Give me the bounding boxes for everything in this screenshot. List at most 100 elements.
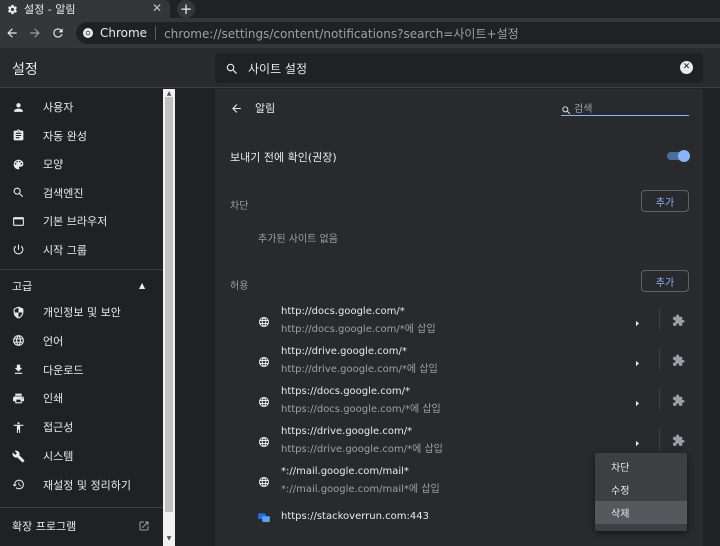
download-icon: [11, 363, 25, 377]
sidebar-item-system[interactable]: 시스템: [0, 442, 163, 470]
sidebar-item-user[interactable]: 사용자: [0, 93, 163, 121]
allow-heading: 허용: [230, 281, 249, 292]
section-title: 알림: [255, 102, 276, 115]
site-row[interactable]: https://docs.google.com/* https://docs.go…: [215, 385, 703, 421]
sidebar-item-downloads[interactable]: 다운로드: [0, 356, 163, 384]
search-icon: [561, 101, 572, 120]
sidebar-item-label: 확장 프로그램: [12, 520, 77, 533]
omnibox-chip: Chrome: [100, 26, 148, 40]
sidebar-item-label: 재설정 및 정리하기: [43, 478, 131, 492]
back-arrow-icon[interactable]: [230, 100, 243, 119]
back-icon[interactable]: [1, 22, 23, 44]
power-icon: [11, 243, 25, 257]
site-description: https://docs.google.com/*에 삽입: [281, 404, 441, 415]
menu-item-block[interactable]: 차단: [595, 455, 687, 478]
chevron-right-icon[interactable]: [633, 313, 642, 332]
ask-toggle[interactable]: [678, 150, 690, 162]
site-name: https://drive.google.com/*: [281, 426, 413, 437]
tab-strip: 설정 - 알림 ✕ +: [0, 0, 720, 18]
settings-search[interactable]: 사이트 설정 ✕: [215, 53, 703, 83]
accessibility-icon: [11, 420, 25, 434]
sidebar-item-extensions[interactable]: 확장 프로그램: [0, 512, 163, 540]
site-name: https://docs.google.com/*: [281, 386, 410, 397]
extension-puzzle-icon: [672, 392, 685, 411]
chevron-right-icon[interactable]: [633, 433, 642, 452]
sidebar-item-appearance[interactable]: 모양: [0, 150, 163, 178]
menu-item-remove[interactable]: 삭제: [595, 501, 687, 524]
sidebar-item-label: 검색엔진: [43, 186, 84, 200]
person-icon: [11, 100, 25, 114]
add-block-button[interactable]: 추가: [641, 190, 689, 212]
no-sites-text: 추가된 사이트 없음: [258, 234, 338, 245]
globe-icon: [11, 334, 25, 348]
add-allow-button[interactable]: 추가: [641, 270, 689, 292]
sidebar-item-languages[interactable]: 언어: [0, 327, 163, 355]
reload-icon[interactable]: [47, 22, 69, 44]
site-name: http://drive.google.com/*: [281, 346, 407, 357]
sidebar-item-search-engine[interactable]: 검색엔진: [0, 179, 163, 207]
row-divider: [659, 348, 660, 370]
chevron-right-icon[interactable]: [633, 353, 642, 372]
sidebar-item-label: 사용자: [43, 101, 74, 114]
sidebar-item-label: 언어: [43, 334, 64, 348]
site-row[interactable]: http://drive.google.com/* http://drive.go…: [215, 345, 703, 381]
tab-settings[interactable]: 설정 - 알림 ✕: [0, 0, 170, 18]
wrench-icon: [11, 449, 25, 463]
sidebar-item-accessibility[interactable]: 접근성: [0, 413, 163, 441]
sidebar-item-label: 접근성: [43, 421, 74, 435]
sidebar-item-autofill[interactable]: 자동 완성: [0, 122, 163, 150]
sidebar-item-label: 시작 그룹: [43, 243, 87, 257]
forward-icon[interactable]: [24, 22, 46, 44]
ask-before-sending-label: 보내기 전에 확인(권장): [230, 151, 337, 164]
scrollbar-thumb[interactable]: [165, 97, 173, 512]
close-icon[interactable]: ✕: [152, 1, 162, 15]
clear-search-icon[interactable]: ✕: [680, 61, 693, 74]
omnibox-url[interactable]: chrome://settings/content/notifications?…: [164, 25, 519, 42]
site-row[interactable]: http://docs.google.com/* http://docs.goog…: [215, 305, 703, 341]
sidebar-item-label: 모양: [43, 158, 64, 171]
new-tab-button[interactable]: +: [177, 0, 195, 18]
sidebar-item-startup[interactable]: 시작 그룹: [0, 236, 163, 264]
site-description: *://mail.google.com/mail*에 삽입: [281, 484, 440, 495]
scroll-down-icon[interactable]: ▼: [163, 534, 175, 544]
collapse-icon[interactable]: ▲: [139, 281, 145, 290]
site-name: *://mail.google.com/mail*: [281, 466, 409, 477]
search-input[interactable]: 사이트 설정: [248, 60, 307, 77]
clipboard-icon: [11, 129, 25, 143]
block-heading: 차단: [230, 201, 249, 212]
extension-puzzle-icon: [672, 312, 685, 331]
sidebar-item-label: 자동 완성: [43, 129, 87, 143]
context-menu: 차단 수정 삭제: [595, 453, 687, 531]
sidebar: 사용자자동 완성모양검색엔진기본 브라우저시작 그룹고급 ▲ 개인정보 및 보안언어…: [0, 89, 163, 546]
extension-puzzle-icon: [672, 352, 685, 371]
advanced-section-toggle[interactable]: 고급: [12, 278, 32, 294]
sidebar-item-default-browser[interactable]: 기본 브라우저: [0, 207, 163, 235]
extension-puzzle-icon: [672, 432, 685, 451]
globe-icon: [258, 393, 270, 412]
sidebar-divider: [0, 507, 163, 508]
address-bar[interactable]: Chrome chrome://settings/content/notific…: [76, 22, 720, 44]
site-favicon-icon: [257, 510, 271, 529]
search-icon: [11, 186, 25, 200]
sidebar-item-label: 다운로드: [43, 363, 84, 377]
sidebar-item-label: 개인정보 및 보안: [43, 306, 121, 319]
shield-icon: [11, 305, 25, 319]
browser-window-icon: [11, 214, 25, 228]
row-divider: [659, 428, 660, 450]
history-icon: [11, 478, 25, 492]
menu-item-edit[interactable]: 수정: [595, 478, 687, 501]
open-in-new-icon: [137, 519, 151, 533]
page-title: 설정: [12, 62, 38, 78]
globe-icon: [258, 433, 270, 452]
site-description: http://docs.google.com/*에 삽입: [281, 324, 436, 335]
site-description: http://drive.google.com/*에 삽입: [281, 364, 438, 375]
sidebar-item-label: 시스템: [43, 450, 74, 463]
site-search-field[interactable]: 검색: [561, 99, 689, 116]
sidebar-item-privacy[interactable]: 개인정보 및 보안: [0, 298, 163, 326]
sidebar-item-label: 기본 브라우저: [43, 215, 108, 228]
sidebar-item-reset[interactable]: 재설정 및 정리하기: [0, 471, 163, 499]
sidebar-item-printing[interactable]: 인쇄: [0, 384, 163, 412]
chevron-right-icon[interactable]: [633, 393, 642, 412]
sidebar-divider: [0, 269, 163, 270]
gear-icon: [6, 3, 18, 15]
